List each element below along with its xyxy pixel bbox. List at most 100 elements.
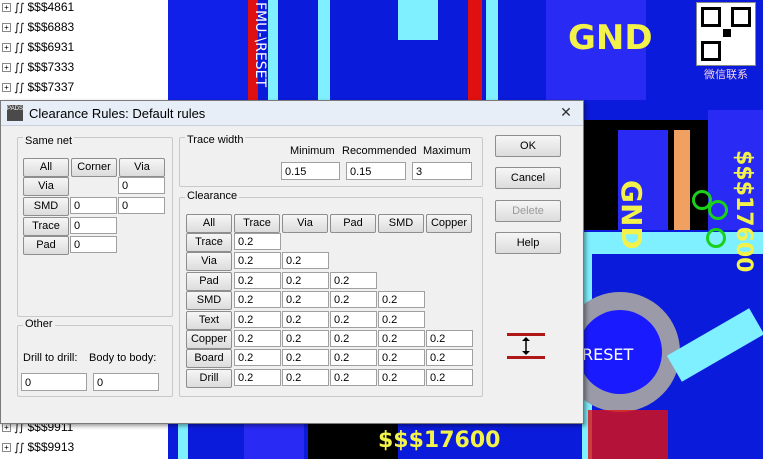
clearance-cell[interactable]: 0.2 — [282, 272, 329, 289]
expand-icon[interactable]: + — [2, 62, 11, 72]
same-net-row-via-button[interactable]: Via — [23, 177, 69, 196]
clearance-cell[interactable]: 0.2 — [378, 330, 425, 347]
clearance-cell[interactable]: 0.2 — [378, 311, 425, 328]
tree-item-label: $$$7337 — [27, 80, 75, 94]
expand-icon[interactable]: + — [2, 22, 11, 32]
clearance-cell[interactable]: 0.2 — [234, 369, 281, 386]
same-net-smd-corner-field[interactable]: 0 — [70, 197, 117, 214]
trace-width-recommended-field[interactable]: 0.15 — [346, 162, 406, 180]
same-net-row-pad-button[interactable]: Pad — [23, 236, 69, 255]
clearance-row-pad-button[interactable]: Pad — [186, 272, 232, 291]
reset-label: RESET — [582, 345, 634, 364]
clearance-cell[interactable]: 0.2 — [282, 252, 329, 269]
clearance-cell[interactable]: 0.2 — [234, 330, 281, 347]
net-icon: ∫∫ — [14, 0, 25, 14]
expand-icon[interactable]: + — [2, 442, 11, 452]
clearance-cell[interactable]: 0.2 — [234, 233, 281, 250]
clearance-cell[interactable]: 0.2 — [330, 291, 377, 308]
clearance-cell[interactable]: 0.2 — [330, 330, 377, 347]
tree-item[interactable]: + ∫∫ $$$4861 — [0, 0, 168, 17]
clearance-cell[interactable]: 0.2 — [426, 369, 473, 386]
tree-item[interactable]: + ∫∫ $$$6883 — [0, 17, 168, 37]
clearance-cell[interactable]: 0.2 — [378, 349, 425, 366]
pad — [244, 422, 304, 459]
same-net-label: Same net — [23, 135, 75, 147]
clearance-cell[interactable]: 0.2 — [282, 369, 329, 386]
via — [708, 200, 728, 220]
net-icon: ∫∫ — [14, 440, 25, 454]
tree-item-label: $$$6931 — [27, 40, 75, 54]
same-net-via-via-field[interactable]: 0 — [118, 177, 165, 194]
clearance-cell[interactable]: 0.2 — [378, 369, 425, 386]
clearance-cell[interactable]: 0.2 — [330, 311, 377, 328]
expand-icon[interactable]: + — [2, 42, 11, 52]
same-net-row-trace-button[interactable]: Trace — [23, 217, 69, 236]
clearance-row-drill-button[interactable]: Drill — [186, 369, 232, 388]
clearance-cell[interactable]: 0.2 — [282, 349, 329, 366]
expand-icon[interactable]: + — [2, 82, 11, 92]
same-net-via-button[interactable]: Via — [119, 158, 165, 177]
tree-item[interactable]: + ∫∫ $$$7333 — [0, 57, 168, 77]
clearance-col-via-button[interactable]: Via — [282, 214, 328, 233]
maximum-label: Maximum — [423, 145, 471, 157]
net-label: $$$17600 — [378, 428, 501, 453]
clearance-row-trace-button[interactable]: Trace — [186, 233, 232, 252]
clearance-row-smd-button[interactable]: SMD — [186, 291, 232, 310]
clearance-cell[interactable]: 0.2 — [378, 291, 425, 308]
clearance-all-button[interactable]: All — [186, 214, 232, 233]
clearance-col-copper-button[interactable]: Copper — [426, 214, 472, 233]
clearance-col-trace-button[interactable]: Trace — [234, 214, 280, 233]
tree-item[interactable]: + ∫∫ $$$6931 — [0, 37, 168, 57]
clearance-cell[interactable]: 0.2 — [234, 252, 281, 269]
minimum-label: Minimum — [290, 145, 335, 157]
gnd-label-rotated: GND — [615, 180, 648, 250]
clearance-cell[interactable]: 0.2 — [234, 291, 281, 308]
trace-width-label: Trace width — [185, 134, 246, 146]
same-net-all-button[interactable]: All — [23, 158, 69, 177]
clearance-cell[interactable]: 0.2 — [282, 311, 329, 328]
clearance-row-via-button[interactable]: Via — [186, 252, 232, 271]
trace — [318, 0, 330, 105]
clearance-cell[interactable]: 0.2 — [330, 369, 377, 386]
clearance-cell[interactable]: 0.2 — [426, 349, 473, 366]
clearance-row-copper-button[interactable]: Copper — [186, 330, 232, 349]
cancel-button[interactable]: Cancel — [495, 167, 561, 189]
delete-button[interactable]: Delete — [495, 200, 561, 222]
same-net-trace-corner-field[interactable]: 0 — [70, 217, 117, 234]
clearance-rules-dialog: PADS Clearance Rules: Default rules ✕ Sa… — [0, 100, 584, 424]
net-label-rotated: $$$17600 — [731, 150, 756, 273]
pads-app-icon: PADS — [7, 105, 23, 121]
help-button[interactable]: Help — [495, 232, 561, 254]
watermark — [588, 410, 668, 459]
expand-icon[interactable]: + — [2, 2, 11, 12]
clearance-cell[interactable]: 0.2 — [234, 272, 281, 289]
clearance-cell[interactable]: 0.2 — [234, 349, 281, 366]
tree-item[interactable]: + ∫∫ $$$9913 — [0, 437, 168, 457]
body-to-body-field[interactable]: 0 — [93, 373, 159, 391]
drill-to-drill-field[interactable]: 0 — [21, 373, 87, 391]
copper-pour — [168, 0, 248, 100]
same-net-pad-corner-field[interactable]: 0 — [70, 236, 117, 253]
trace-width-maximum-field[interactable]: 3 — [412, 162, 472, 180]
trace-width-minimum-field[interactable]: 0.15 — [281, 162, 340, 180]
clearance-row-text-button[interactable]: Text — [186, 311, 232, 330]
trace — [486, 0, 498, 105]
clearance-cell[interactable]: 0.2 — [426, 330, 473, 347]
clearance-col-smd-button[interactable]: SMD — [378, 214, 424, 233]
same-net-corner-button[interactable]: Corner — [71, 158, 117, 177]
close-icon[interactable]: ✕ — [555, 103, 577, 121]
clearance-row-board-button[interactable]: Board — [186, 349, 232, 368]
same-net-smd-via-field[interactable]: 0 — [118, 197, 165, 214]
clearance-cell[interactable]: 0.2 — [282, 291, 329, 308]
clearance-cell[interactable]: 0.2 — [282, 330, 329, 347]
dialog-titlebar[interactable]: PADS Clearance Rules: Default rules ✕ — [1, 101, 583, 126]
trace — [468, 0, 482, 105]
same-net-row-smd-button[interactable]: SMD — [23, 197, 69, 216]
clearance-cell[interactable]: 0.2 — [330, 349, 377, 366]
clearance-cell[interactable]: 0.2 — [234, 311, 281, 328]
tree-item[interactable]: + ∫∫ $$$7337 — [0, 77, 168, 97]
clearance-col-pad-button[interactable]: Pad — [330, 214, 376, 233]
ok-button[interactable]: OK — [495, 135, 561, 157]
clearance-cell[interactable]: 0.2 — [330, 272, 377, 289]
net-icon: ∫∫ — [14, 80, 25, 94]
